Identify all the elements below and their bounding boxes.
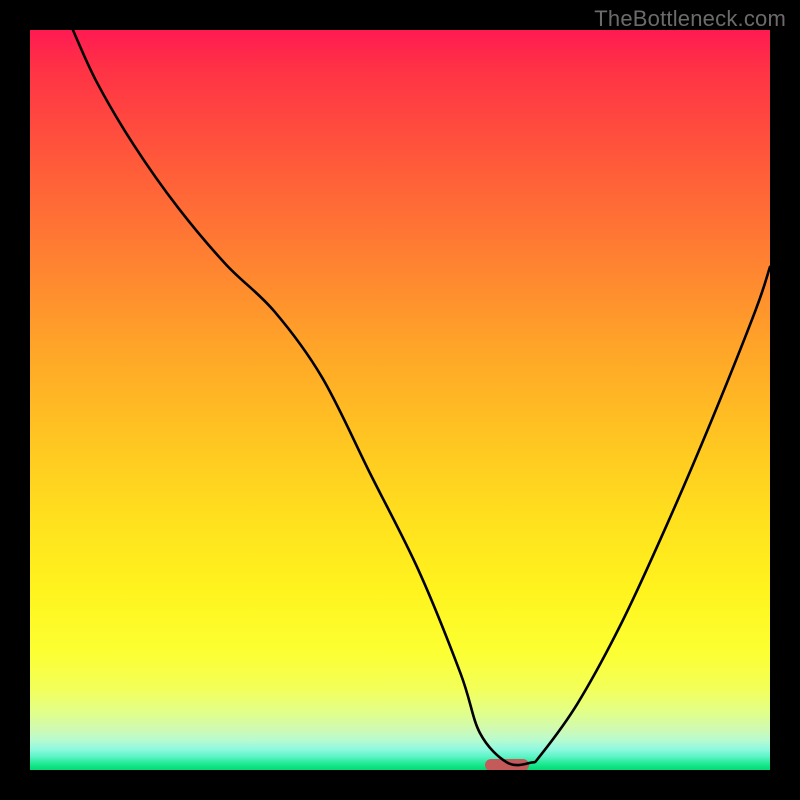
plot-area [30, 30, 770, 770]
curve-svg [30, 30, 770, 770]
bottleneck-curve-path [73, 30, 770, 765]
chart-frame: TheBottleneck.com [0, 0, 800, 800]
watermark-text: TheBottleneck.com [594, 6, 786, 32]
